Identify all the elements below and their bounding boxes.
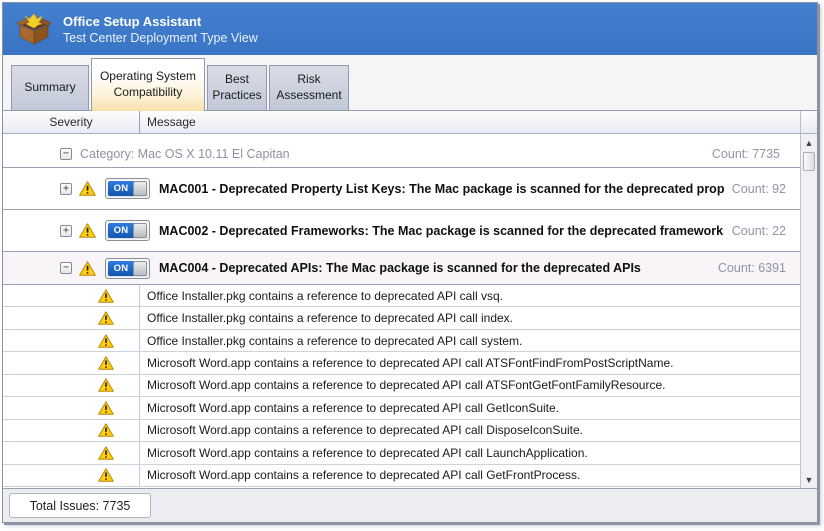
warning-icon	[98, 468, 114, 482]
issue-row[interactable]: Microsoft Word.app contains a reference …	[3, 420, 800, 442]
rule-row-mac002[interactable]: + ON MAC002 - Deprecated Frameworks: The…	[3, 210, 800, 252]
issue-message: Office Installer.pkg contains a referenc…	[140, 289, 503, 303]
rule-expand-button[interactable]: +	[60, 183, 72, 195]
category-collapse-button[interactable]: −	[60, 148, 72, 160]
issue-row[interactable]: Office Installer.pkg contains a referenc…	[3, 307, 800, 329]
issue-row[interactable]: Office Installer.pkg contains a referenc…	[3, 285, 800, 307]
scrollbar-thumb[interactable]	[803, 152, 815, 171]
warning-icon	[98, 423, 114, 437]
tab-best-practices[interactable]: Best Practices	[207, 65, 267, 110]
column-header-message[interactable]: Message	[140, 111, 800, 133]
tab-risk-assessment[interactable]: Risk Assessment	[269, 65, 349, 110]
tab-strip: Summary Operating System Compatibility B…	[3, 55, 817, 110]
tab-operating-system-compatibility[interactable]: Operating System Compatibility	[91, 58, 205, 111]
app-header: Office Setup Assistant Test Center Deplo…	[3, 3, 817, 55]
toggle-on-label: ON	[108, 261, 134, 276]
rule-collapse-button[interactable]: −	[60, 262, 72, 274]
package-box-icon	[15, 11, 53, 47]
issue-row[interactable]: Microsoft Word.app contains a reference …	[3, 442, 800, 464]
results-grid: − Category: Mac OS X 10.11 El Capitan Co…	[3, 134, 817, 488]
issue-message: Microsoft Word.app contains a reference …	[140, 468, 580, 482]
total-issues-badge: Total Issues: 7735	[9, 493, 151, 518]
issue-row[interactable]: Office Installer.pkg contains a referenc…	[3, 330, 800, 352]
rule-row-mac004[interactable]: − ON MAC004 - Deprecated APIs: The Mac p…	[3, 252, 800, 285]
warning-icon	[98, 446, 114, 460]
issue-message: Microsoft Word.app contains a reference …	[140, 401, 559, 415]
issue-message: Office Installer.pkg contains a referenc…	[140, 311, 513, 325]
tab-summary[interactable]: Summary	[11, 65, 89, 110]
toggle-on-label: ON	[108, 223, 134, 238]
warning-icon	[79, 261, 96, 276]
vertical-scrollbar[interactable]: ▲ ▼	[800, 134, 817, 488]
warning-icon	[98, 356, 114, 370]
rule-on-off-toggle[interactable]: ON	[105, 220, 150, 241]
warning-icon	[79, 223, 96, 238]
issue-row[interactable]: Microsoft Word.app contains a reference …	[3, 352, 800, 374]
issue-row[interactable]: Microsoft Word.app contains a reference …	[3, 465, 800, 487]
rule-on-off-toggle[interactable]: ON	[105, 178, 150, 199]
issue-message: Office Installer.pkg contains a referenc…	[140, 334, 522, 348]
issue-row[interactable]: Microsoft Word.app contains a reference …	[3, 397, 800, 419]
column-header-corner	[800, 111, 817, 133]
scrollbar-track[interactable]	[801, 172, 817, 471]
rule-title: MAC001 - Deprecated Property List Keys: …	[159, 182, 724, 196]
rule-on-off-toggle[interactable]: ON	[105, 258, 150, 279]
toggle-knob	[133, 223, 147, 238]
warning-icon	[79, 181, 96, 196]
scroll-up-button[interactable]: ▲	[801, 134, 817, 151]
issue-message: Microsoft Word.app contains a reference …	[140, 356, 673, 370]
warning-icon	[98, 334, 114, 348]
app-title: Office Setup Assistant	[63, 14, 258, 29]
warning-icon	[98, 311, 114, 325]
warning-icon	[98, 289, 114, 303]
rule-row-mac001[interactable]: + ON MAC001 - Deprecated Property List K…	[3, 168, 800, 210]
app-window: Office Setup Assistant Test Center Deplo…	[2, 2, 818, 523]
toggle-knob	[133, 181, 147, 196]
app-subtitle: Test Center Deployment Type View	[63, 31, 258, 45]
rule-count: Count: 6391	[710, 261, 786, 275]
rule-title: MAC002 - Deprecated Frameworks: The Mac …	[159, 224, 724, 238]
category-row[interactable]: − Category: Mac OS X 10.11 El Capitan Co…	[3, 134, 800, 168]
scroll-down-button[interactable]: ▼	[801, 471, 817, 488]
warning-icon	[98, 401, 114, 415]
status-bar: Total Issues: 7735	[3, 488, 817, 522]
issue-row[interactable]: Microsoft Word.app contains a reference …	[3, 375, 800, 397]
category-label: Category: Mac OS X 10.11 El Capitan	[80, 147, 290, 161]
grid-column-headers: Severity Message	[3, 110, 817, 134]
issue-message: Microsoft Word.app contains a reference …	[140, 423, 583, 437]
issue-message: Microsoft Word.app contains a reference …	[140, 446, 588, 460]
column-header-severity[interactable]: Severity	[3, 111, 140, 133]
toggle-on-label: ON	[108, 181, 134, 196]
rule-title: MAC004 - Deprecated APIs: The Mac packag…	[159, 261, 641, 275]
issue-message: Microsoft Word.app contains a reference …	[140, 378, 665, 392]
rule-count: Count: 22	[724, 224, 786, 238]
rule-count: Count: 92	[724, 182, 786, 196]
warning-icon	[98, 378, 114, 392]
category-count: Count: 7735	[704, 147, 780, 161]
rule-expand-button[interactable]: +	[60, 225, 72, 237]
toggle-knob	[133, 261, 147, 276]
